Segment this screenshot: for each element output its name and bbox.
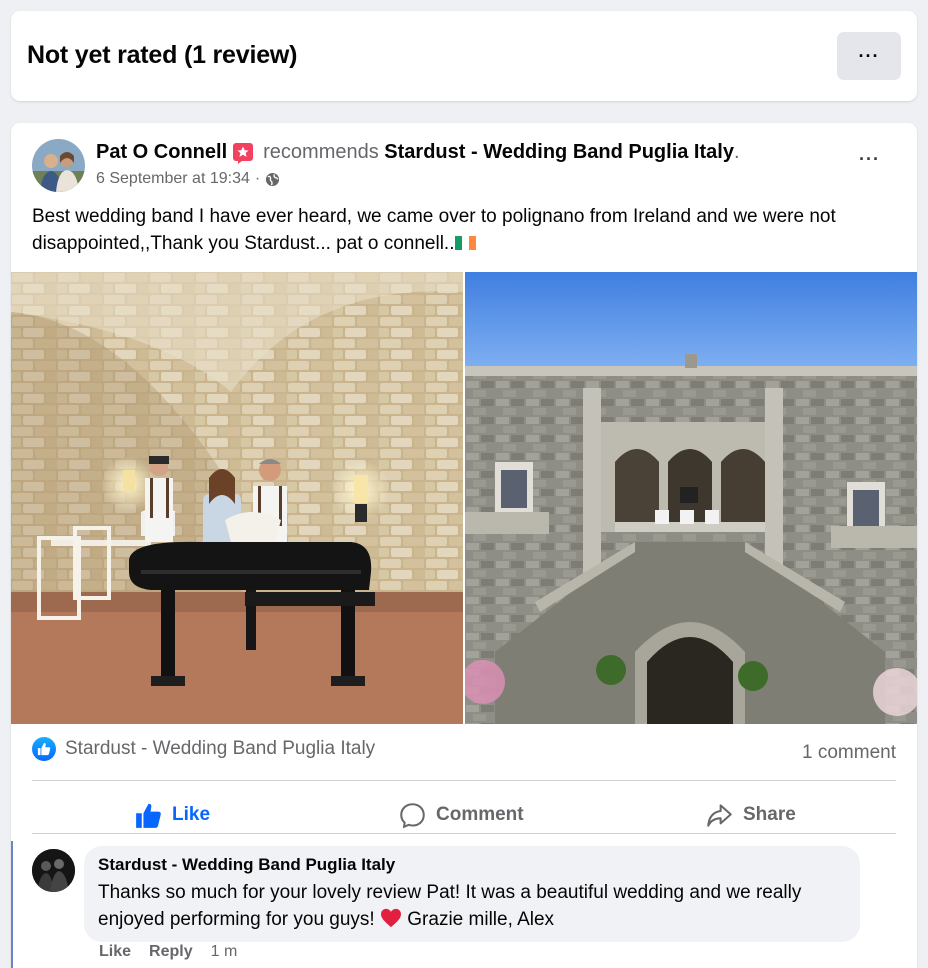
header-period: . bbox=[733, 141, 740, 163]
post-meta: 6 September at 19:34 · bbox=[96, 170, 280, 188]
author-avatar[interactable] bbox=[32, 139, 85, 192]
post-more-button[interactable]: ··· bbox=[859, 149, 880, 170]
divider-top bbox=[32, 780, 896, 781]
divider-bottom bbox=[32, 833, 896, 834]
recommend-star-badge-icon bbox=[232, 142, 254, 164]
comment-text: Thanks so much for your lovely review Pa… bbox=[98, 879, 846, 933]
share-button[interactable]: Share bbox=[706, 795, 796, 835]
like-button[interactable]: Like bbox=[135, 795, 210, 835]
post-timestamp[interactable]: 6 September at 19:34 bbox=[96, 170, 250, 188]
commenter-name-link[interactable]: Stardust - Wedding Band Puglia Italy bbox=[98, 855, 846, 875]
post-text: Best wedding band I have ever heard, we … bbox=[32, 203, 902, 257]
post-header-line: Pat O Connell recommends Stardust - Wedd… bbox=[96, 141, 740, 164]
rating-title: Not yet rated (1 review) bbox=[27, 41, 298, 69]
comment-timestamp[interactable]: 1 m bbox=[211, 943, 238, 961]
like-reaction-icon bbox=[32, 737, 56, 761]
comment-reply-button[interactable]: Reply bbox=[149, 943, 193, 961]
reaction-summary[interactable]: Stardust - Wedding Band Puglia Italy bbox=[32, 737, 375, 761]
rating-more-button[interactable]: ··· bbox=[837, 32, 901, 80]
photo-band-at-piano[interactable] bbox=[11, 272, 463, 724]
comment-text-signoff: Grazie mille, Alex bbox=[402, 909, 555, 930]
review-post-card: Pat O Connell recommends Stardust - Wedd… bbox=[11, 123, 917, 968]
author-name-link[interactable]: Pat O Connell bbox=[96, 141, 227, 164]
share-arrow-icon bbox=[707, 803, 732, 827]
commenter-avatar[interactable] bbox=[32, 849, 75, 892]
comment-label: Comment bbox=[436, 804, 524, 825]
share-label: Share bbox=[743, 804, 796, 825]
comment-thread-indicator bbox=[11, 841, 13, 968]
meta-separator: · bbox=[254, 170, 261, 187]
post-text-body: Best wedding band I have ever heard, we … bbox=[32, 206, 836, 254]
heart-icon bbox=[380, 908, 402, 928]
comment-button[interactable]: Comment bbox=[399, 795, 524, 835]
comment-bubble: Stardust - Wedding Band Puglia Italy Tha… bbox=[84, 846, 860, 942]
like-label: Like bbox=[172, 804, 211, 825]
globe-icon bbox=[266, 172, 280, 186]
rating-card: Not yet rated (1 review) ··· bbox=[11, 11, 917, 101]
photo-castle-facade[interactable] bbox=[465, 272, 917, 724]
reaction-names: Stardust - Wedding Band Puglia Italy bbox=[65, 738, 376, 759]
thumbs-up-icon bbox=[136, 803, 161, 828]
ireland-flag-icon bbox=[454, 236, 477, 250]
comment-count-link[interactable]: 1 comment bbox=[802, 742, 896, 764]
comment-bubble-icon bbox=[400, 802, 425, 828]
comment-actions: Like Reply 1 m bbox=[99, 943, 237, 961]
page-name-link[interactable]: Stardust - Wedding Band Puglia Italy bbox=[384, 141, 734, 164]
recommends-text: recommends bbox=[263, 141, 379, 163]
comment-like-button[interactable]: Like bbox=[99, 943, 131, 961]
